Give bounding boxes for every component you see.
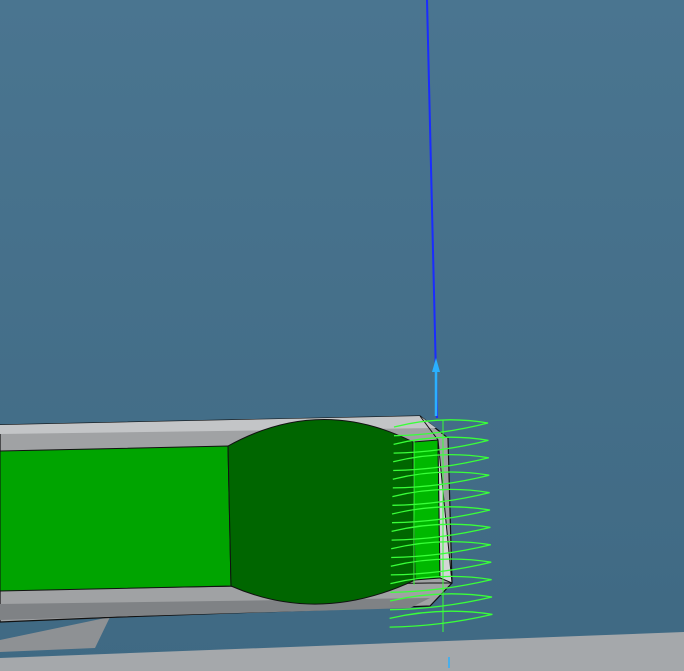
part-green-face (0, 445, 232, 592)
tool-axis-line (426, 0, 438, 419)
helix-loop (389, 610, 493, 628)
cad-scene[interactable] (0, 0, 684, 671)
ground-plane (0, 632, 684, 671)
ground-plane-shadow (0, 617, 110, 652)
part-dark-neck (227, 418, 416, 605)
3d-viewport[interactable] (0, 0, 684, 671)
arrow-up-icon[interactable] (432, 358, 440, 416)
